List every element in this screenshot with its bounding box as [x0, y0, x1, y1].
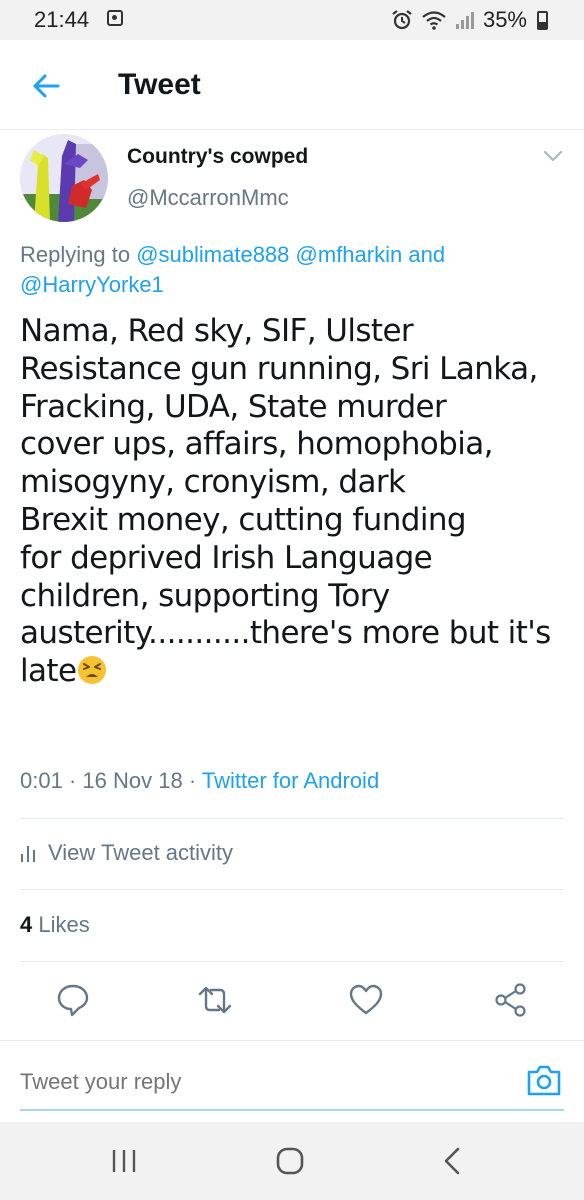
avatar-image	[20, 134, 108, 222]
mention-link[interactable]: @HarryYorke1	[20, 272, 164, 297]
activity-bars-icon	[21, 846, 35, 862]
reply-input-underline	[20, 1109, 564, 1111]
divider	[20, 961, 564, 962]
view-tweet-activity-button[interactable]: View Tweet activity	[20, 840, 233, 866]
divider	[20, 889, 564, 890]
tweet-actions	[0, 982, 584, 1022]
retweet-icon[interactable]	[197, 982, 233, 1018]
likes-label: Likes	[38, 912, 90, 937]
system-nav-bar	[0, 1122, 584, 1200]
recent-apps-icon[interactable]	[104, 1146, 144, 1176]
status-icons: 35%	[391, 7, 548, 33]
share-icon[interactable]	[493, 982, 529, 1018]
home-icon[interactable]	[270, 1146, 310, 1176]
meta-separator: ·	[68, 768, 77, 793]
tweet-meta: 0:01 · 16 Nov 18 · Twitter for Android	[20, 768, 379, 794]
tired-face-emoji-icon	[78, 656, 107, 685]
back-icon[interactable]	[432, 1146, 472, 1176]
tweet-text-last-line: late	[20, 653, 572, 691]
mention-link[interactable]: @mfharkin	[296, 242, 403, 267]
header: Tweet	[0, 40, 584, 130]
reply-icon[interactable]	[55, 982, 91, 1018]
author-handle[interactable]: @MccarronMmc	[127, 185, 289, 211]
status-time: 21:44	[34, 7, 90, 32]
reply-bar	[0, 1040, 584, 1122]
replying-to: Replying to @sublimate888 @mfharkin and …	[20, 240, 560, 300]
tweet-text-line: Resistance gun running, Sri Lanka,	[20, 350, 538, 387]
divider	[20, 818, 564, 819]
alarm-icon	[392, 10, 412, 30]
tweet-text-line: austerity...........there's more but it'…	[20, 615, 551, 652]
tweet-text-line: for deprived Irish Language	[20, 539, 433, 576]
like-icon[interactable]	[348, 982, 384, 1018]
tweet-text: Nama, Red sky, SIF, Ulster Resistance gu…	[20, 313, 572, 691]
replying-prefix: Replying to	[20, 242, 131, 267]
tweet-source-link[interactable]: Twitter for Android	[202, 768, 379, 793]
tweet-text-line: cover ups, affairs, homophobia,	[20, 426, 493, 463]
mention-joiner[interactable]: and	[408, 242, 445, 267]
tweet-text-line: Brexit money, cutting funding	[20, 501, 467, 538]
meta-separator: ·	[188, 768, 197, 793]
battery-percentage: 35%	[482, 7, 527, 32]
author-display-name[interactable]: Country's cowped	[127, 145, 308, 169]
tweet-date: 16 Nov 18	[82, 768, 183, 793]
page-title: Tweet	[118, 68, 201, 101]
likes-count[interactable]: 4 Likes	[20, 912, 90, 938]
wifi-icon	[422, 11, 446, 30]
back-arrow-icon[interactable]	[32, 72, 60, 100]
camera-icon[interactable]	[526, 1063, 562, 1097]
mention-link[interactable]: @sublimate888	[136, 242, 289, 267]
avatar[interactable]	[20, 134, 108, 222]
activity-label: View Tweet activity	[48, 840, 234, 865]
battery-icon	[537, 10, 548, 30]
notification-icon	[107, 10, 123, 26]
signal-icon	[455, 12, 474, 29]
likes-number: 4	[20, 912, 33, 937]
tweet-reply-input[interactable]	[20, 1069, 490, 1095]
tweet-text-line: late	[20, 653, 77, 690]
tweet-text-line: children, supporting Tory	[20, 577, 390, 614]
tweet-text-line: Nama, Red sky, SIF, Ulster	[20, 313, 414, 349]
status-bar: 21:44 35%	[0, 0, 584, 40]
tweet-time: 0:01	[20, 768, 63, 793]
tweet-text-line: Fracking, UDA, State murder	[20, 388, 447, 425]
chevron-down-icon[interactable]	[542, 148, 564, 164]
tweet-text-line: misogyny, cronyism, dark	[20, 464, 406, 501]
